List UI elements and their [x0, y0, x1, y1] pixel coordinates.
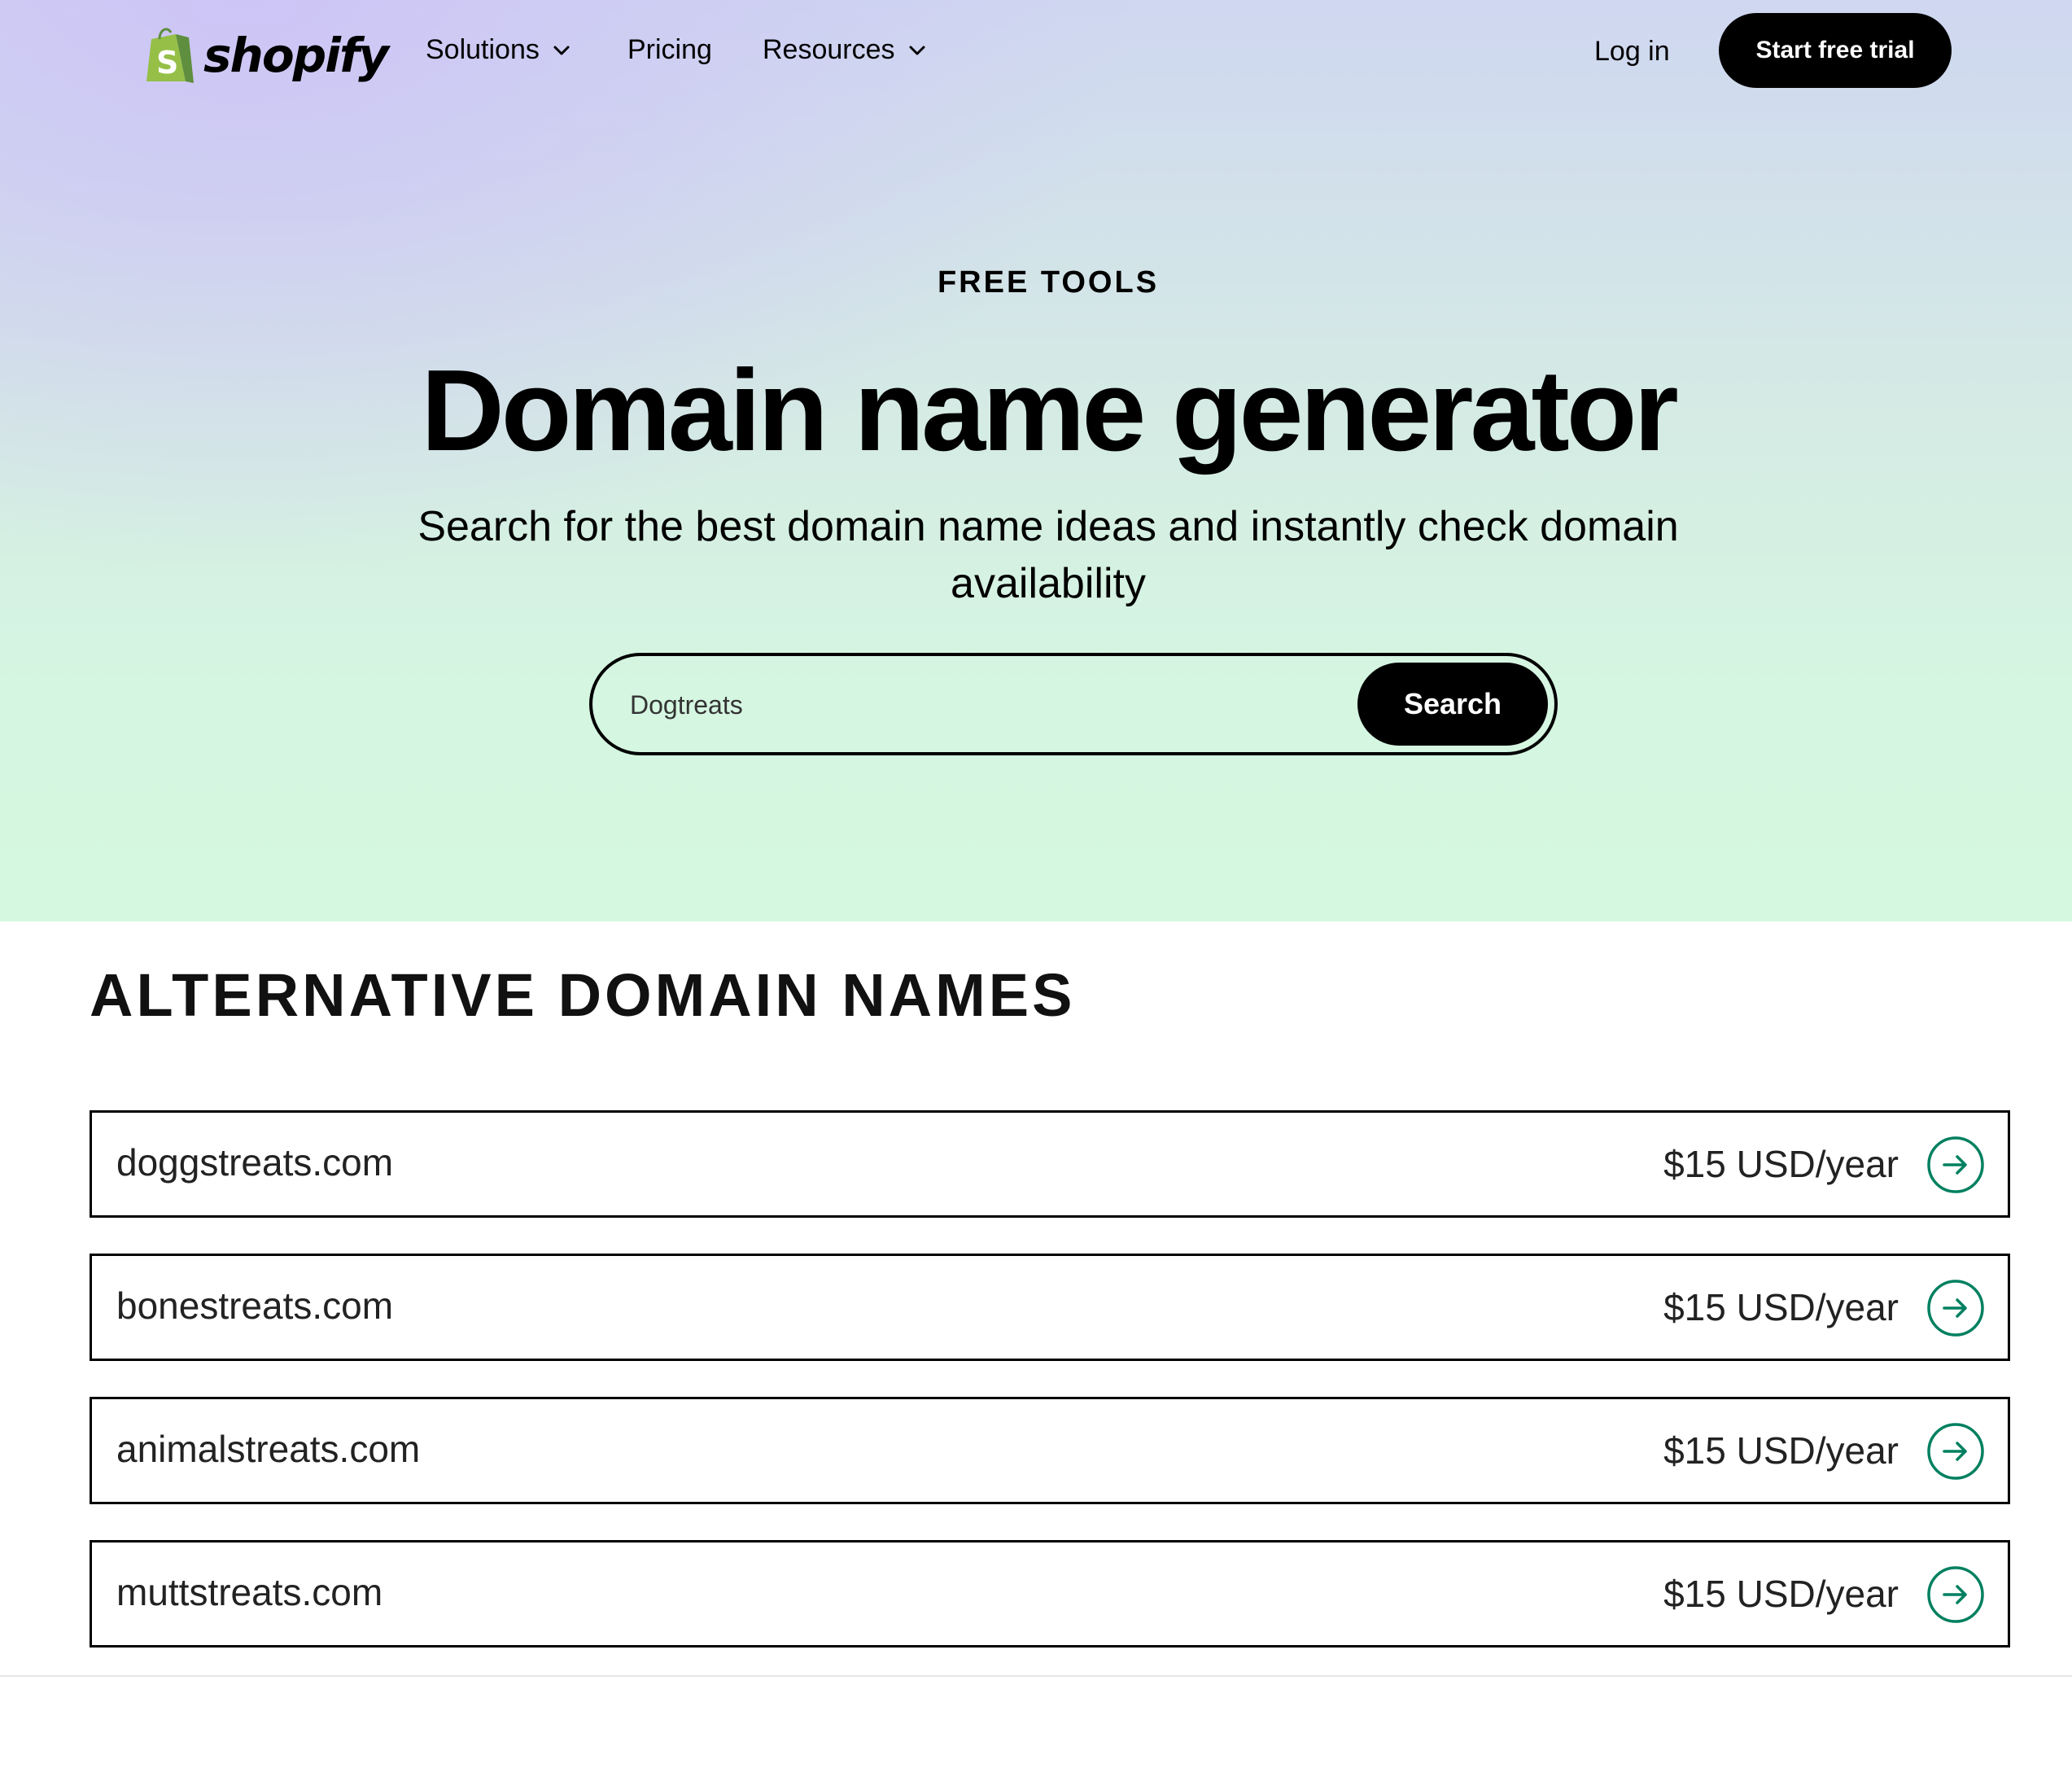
domain-search-form: Search	[589, 653, 1558, 755]
section-divider	[0, 1675, 2072, 1677]
nav-pricing-label: Pricing	[627, 34, 712, 65]
domain-price: $15 USD/year	[1663, 1286, 1899, 1328]
domain-row[interactable]: animalstreats.com $15 USD/year	[90, 1397, 2010, 1504]
arrow-right-circle-icon[interactable]	[1926, 1565, 1985, 1624]
logo-wordmark: shopify	[203, 28, 389, 83]
top-navigation: S shopify Solutions Pricing Resources Lo…	[0, 0, 2072, 114]
domain-price: $15 USD/year	[1663, 1143, 1899, 1185]
search-button[interactable]: Search	[1357, 663, 1548, 746]
arrow-right-circle-icon[interactable]	[1926, 1279, 1985, 1337]
nav-solutions[interactable]: Solutions	[426, 34, 572, 66]
domain-search-input[interactable]	[628, 676, 1250, 734]
start-free-trial-button[interactable]: Start free trial	[1719, 13, 1952, 88]
shopify-logo[interactable]: S shopify	[143, 23, 389, 88]
nav-resources-label: Resources	[763, 34, 895, 65]
domain-price: $15 USD/year	[1663, 1429, 1899, 1472]
arrow-right-circle-icon[interactable]	[1926, 1422, 1985, 1481]
domain-name: animalstreats.com	[116, 1428, 421, 1470]
domain-row[interactable]: muttstreats.com $15 USD/year	[90, 1540, 2010, 1648]
alternative-domains-heading: ALTERNATIVE DOMAIN NAMES	[90, 961, 1076, 1029]
domain-name: muttstreats.com	[116, 1571, 383, 1613]
svg-text:S: S	[156, 45, 178, 81]
eyebrow-label: FREE TOOLS	[937, 265, 1160, 300]
arrow-right-circle-icon[interactable]	[1926, 1136, 1985, 1194]
shopify-bag-icon: S	[146, 28, 194, 83]
domain-price: $15 USD/year	[1663, 1573, 1899, 1615]
chevron-down-icon	[553, 46, 570, 55]
domain-name: doggstreats.com	[116, 1141, 394, 1184]
domain-row[interactable]: doggstreats.com $15 USD/year	[90, 1110, 2010, 1218]
domain-row[interactable]: bonestreats.com $15 USD/year	[90, 1254, 2010, 1361]
chevron-down-icon	[909, 46, 925, 55]
nav-pricing[interactable]: Pricing	[627, 34, 712, 66]
nav-resources[interactable]: Resources	[763, 34, 928, 66]
page-title: Domain name generator	[421, 346, 1679, 475]
domain-name: bonestreats.com	[116, 1284, 394, 1327]
login-link[interactable]: Log in	[1594, 36, 1670, 68]
hero-section: S shopify Solutions Pricing Resources Lo…	[0, 0, 2072, 921]
nav-solutions-label: Solutions	[426, 34, 540, 65]
page-subtitle: Search for the best domain name ideas an…	[417, 503, 1679, 607]
